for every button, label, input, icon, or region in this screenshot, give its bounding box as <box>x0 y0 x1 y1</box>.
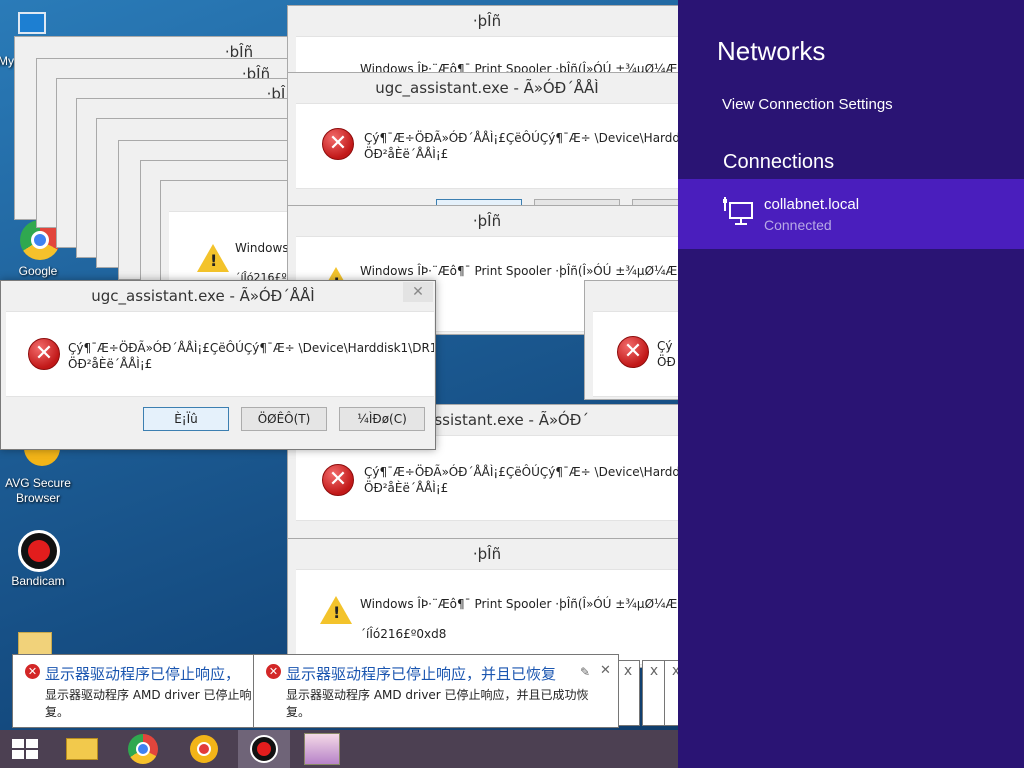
start-icon[interactable] <box>0 730 52 768</box>
dialog-message: Çý¶¯Æ÷ÖÐÃ»ÓÐ´ÅÅÌ¡£ÇëÔÚÇý¶¯Æ÷ \Device\Har… <box>364 465 678 479</box>
warning-icon: ! <box>320 596 352 624</box>
chrome-icon[interactable] <box>118 730 170 768</box>
toast-text-line: 复。 <box>286 705 311 719</box>
dialog-message: Windows ÎÞ·¨Æô¶¯ Print Spooler ·þÎñ(Î»ÓÚ… <box>360 264 678 278</box>
dialog-message: Windows ÎÞ·¨Æô¶¯ Print Spooler ·þÎñ(Î»ÓÚ… <box>360 597 678 611</box>
toast-text: 显示器驱动程序 AMD driver 已停止响应，并且已成功恢 复。 <box>286 687 589 721</box>
toast-title: 显示器驱动程序已停止响应， <box>45 665 241 683</box>
error-icon: ✕ <box>266 664 281 679</box>
desktop-icon-label: Google <box>18 264 58 278</box>
driver-crash-toast[interactable]: ✕ 显示器驱动程序已停止响应，并且已恢复 ✎ ✕ 显示器驱动程序 AMD dri… <box>253 654 619 728</box>
window-title: ugc_assistant.exe - Ã»ÓÐ´ÅÅÌ <box>91 287 315 305</box>
connection-status: Connected <box>764 217 832 233</box>
file-explorer-icon[interactable] <box>56 730 108 768</box>
toast-text-line: 显示器驱动程序 AMD driver 已停止响 <box>45 688 252 702</box>
connection-name: collabnet.local <box>764 196 860 213</box>
networks-title: Networks <box>717 36 826 66</box>
toast-text-line: 显示器驱动程序 AMD driver 已停止响应，并且已成功恢 <box>286 688 589 702</box>
driver-crash-toast[interactable]: ✕ 显示器驱动程序已停止响应， 显示器驱动程序 AMD driver 已停止响 … <box>12 654 282 728</box>
desktop-icon-bandicam[interactable]: Bandicam <box>0 528 76 588</box>
ugc-disk-error-dialog-active[interactable]: ugc_assistant.exe - Ã»ÓÐ´ÅÅÌ ✕ ✕ Çý¶¯Æ÷Ö… <box>0 280 436 450</box>
desktop-icon-label: Bandicam <box>11 574 65 588</box>
close-button[interactable]: ✕ <box>403 282 433 302</box>
window-title: ugc_assistant.exe - Ã»ÓÐ´ÅÅÌ <box>375 79 599 97</box>
networks-panel: Networks View Connection Settings Connec… <box>678 0 1024 768</box>
warning-icon: ! <box>197 244 229 272</box>
dialog-message: Çý¶¯Æ÷ÖÐÃ»ÓÐ´ÅÅÌ¡£ÇëÔÚÇý¶¯Æ÷ \Device\Har… <box>364 131 678 145</box>
anime-app-icon[interactable] <box>296 730 348 768</box>
dialog-error-code: ´íÎó216£º0xd8 <box>360 627 447 641</box>
dialog-message-line2: ÖÐ²åÈë´ÅÅÌ¡£ <box>364 481 449 495</box>
retry-button[interactable]: ÖØÊÔ(T) <box>241 407 327 431</box>
close-icon[interactable]: ✕ <box>600 663 611 678</box>
pin-icon[interactable]: ✎ <box>580 665 590 679</box>
toast-close-stub[interactable]: x <box>664 660 678 726</box>
dialog-message-line2: ÖÐ²åÈë´ÅÅÌ¡£ <box>68 357 153 371</box>
error-icon: ✕ <box>617 336 649 368</box>
cancel-button[interactable]: È¡Ïû <box>143 407 229 431</box>
toast-text: 显示器驱动程序 AMD driver 已停止响 复。 <box>45 687 252 721</box>
window-title: ·þÎñ <box>472 545 502 563</box>
dialog-message-line2: ÖÐ <box>657 355 676 369</box>
dialog-message-line2: ÖÐ²åÈë´ÅÅÌ¡£ <box>364 147 449 161</box>
toast-close-stub[interactable]: x <box>616 660 640 726</box>
avg-browser-icon[interactable] <box>178 730 230 768</box>
error-icon: ✕ <box>322 464 354 496</box>
view-connection-settings-link[interactable]: View Connection Settings <box>722 96 893 113</box>
spooler-error-dialog[interactable]: ·þÎñ ! Windows ÎÞ·¨Æô¶¯ Print Spooler ·þ… <box>287 538 678 668</box>
error-icon: ✕ <box>322 128 354 160</box>
toast-close-stub[interactable]: x <box>642 660 666 726</box>
window-title: ·þÎñ <box>472 12 502 30</box>
ugc-disk-error-dialog[interactable]: ugc_assistant.exe - Ã»ÓÐ´ÅÅÌ ✕ Çý¶¯Æ÷ÖÐÃ… <box>287 72 678 223</box>
connections-heading: Connections <box>723 151 835 173</box>
continue-button[interactable]: ¼ÌÐø(C) <box>339 407 425 431</box>
dialog-message: Çý <box>657 339 673 353</box>
dialog-message: Çý¶¯Æ÷ÖÐÃ»ÓÐ´ÅÅÌ¡£ÇëÔÚÇý¶¯Æ÷ \Device\Har… <box>68 341 434 355</box>
desktop: My Da Google AVG Secure Browser Bandicam… <box>0 0 678 730</box>
toast-text-line: 复。 <box>45 705 70 719</box>
wired-network-icon <box>722 195 754 227</box>
error-icon: ✕ <box>28 338 60 370</box>
bandicam-icon <box>16 528 60 572</box>
desktop-icon-label: AVG Secure Browser <box>5 476 71 505</box>
error-icon: ✕ <box>25 664 40 679</box>
dialog-message: Windows <box>235 241 289 255</box>
taskbar <box>0 730 678 768</box>
toast-title: 显示器驱动程序已停止响应，并且已恢复 <box>286 665 557 683</box>
ugc-disk-error-dialog-partial[interactable]: ✕ Çý ÖÐ <box>584 280 678 400</box>
window-title: ·þÎñ <box>472 212 502 230</box>
bandicam-icon[interactable] <box>238 730 290 768</box>
connection-item[interactable]: collabnet.local Connected <box>678 179 1024 249</box>
